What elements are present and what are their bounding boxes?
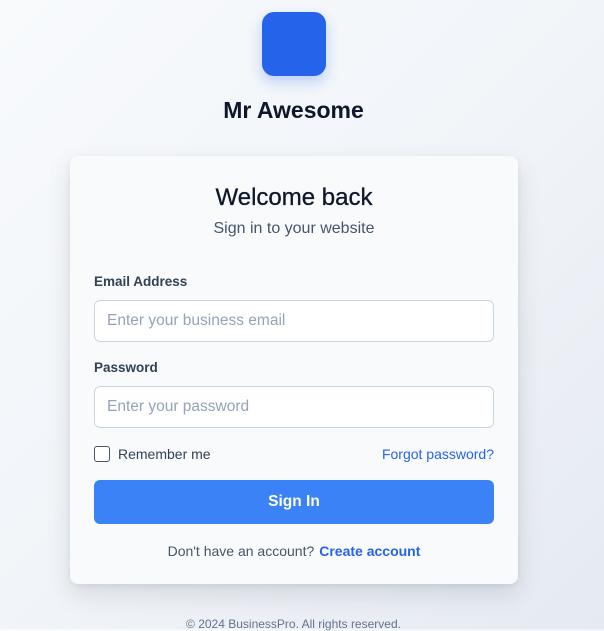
login-card: Welcome back Sign in to your website Ema… <box>70 156 518 584</box>
remember-me-row: Remember me <box>94 445 211 463</box>
remember-me-label[interactable]: Remember me <box>118 445 211 463</box>
sign-in-button[interactable]: Sign In <box>94 480 494 524</box>
signup-prompt-row: Don't have an account? Create account <box>70 542 518 560</box>
forgot-password-link[interactable]: Forgot password? <box>382 445 494 463</box>
create-account-link[interactable]: Create account <box>319 543 420 559</box>
password-label: Password <box>94 360 158 375</box>
brand-name: Mr Awesome <box>223 97 364 123</box>
login-subtitle: Sign in to your website <box>213 220 375 237</box>
login-title: Welcome back <box>215 184 373 211</box>
email-input[interactable] <box>94 300 494 342</box>
signup-prompt-text: Don't have an account? <box>167 543 315 559</box>
password-input[interactable] <box>94 386 494 428</box>
email-label: Email Address <box>94 274 188 289</box>
brand-logo <box>262 12 326 76</box>
remember-me-checkbox[interactable] <box>94 446 110 462</box>
